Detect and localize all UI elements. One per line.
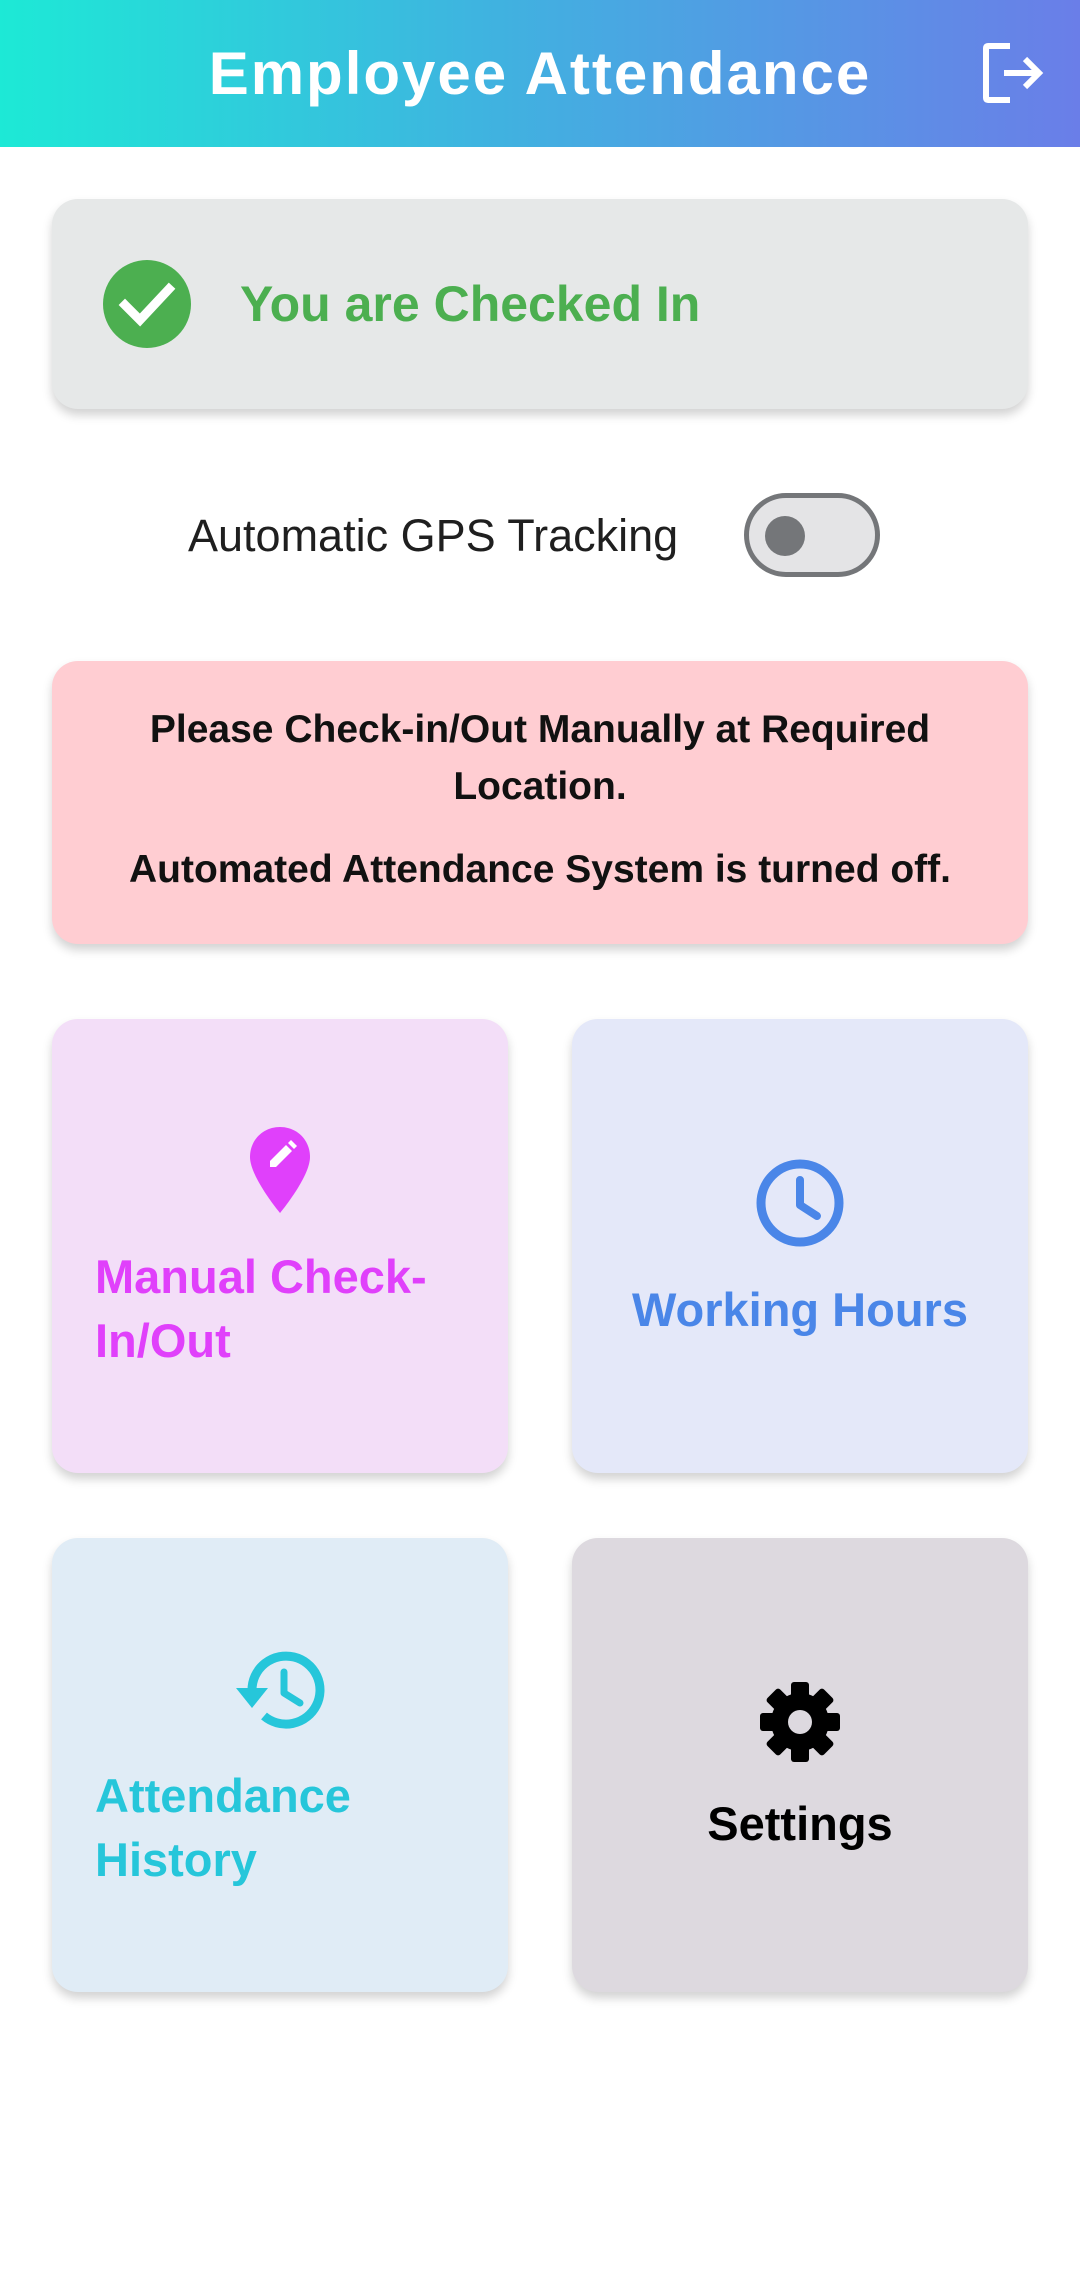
check-circle-icon — [103, 260, 191, 348]
attendance-history-label: Attendance History — [95, 1769, 351, 1886]
attendance-history-tile[interactable]: Attendance History — [52, 1538, 508, 1992]
working-hours-tile[interactable]: Working Hours — [572, 1019, 1028, 1473]
checkin-status-text: You are Checked In — [240, 276, 701, 332]
settings-label: Settings — [707, 1797, 893, 1850]
working-hours-label: Working Hours — [632, 1283, 968, 1336]
logout-icon — [983, 43, 1044, 103]
page-title: Employee Attendance — [208, 40, 872, 107]
notice-message: Please Check-in/Out Manually at Required… — [149, 708, 931, 808]
gear-icon — [760, 1682, 840, 1762]
manual-checkin-label: Manual Check- In/Out — [95, 1250, 427, 1367]
clock-icon — [756, 1159, 844, 1247]
manual-checkin-notice: Please Check-in/Out Manually at Required… — [52, 661, 1028, 944]
history-icon — [236, 1651, 325, 1729]
edit-location-icon — [250, 1127, 310, 1213]
settings-tile[interactable]: Settings — [572, 1538, 1028, 1992]
notice-submessage: Automated Attendance System is turned of… — [129, 848, 951, 891]
gps-tracking-toggle[interactable] — [744, 493, 880, 577]
gps-tracking-label: Automatic GPS Tracking — [188, 510, 679, 561]
toggle-knob — [765, 516, 805, 556]
app-header: Employee Attendance — [0, 0, 1080, 147]
checkin-status-card: You are Checked In — [52, 199, 1028, 409]
gps-tracking-row: Automatic GPS Tracking — [0, 493, 1080, 579]
logout-button[interactable] — [980, 40, 1050, 106]
manual-checkin-tile[interactable]: Manual Check- In/Out — [52, 1019, 508, 1473]
